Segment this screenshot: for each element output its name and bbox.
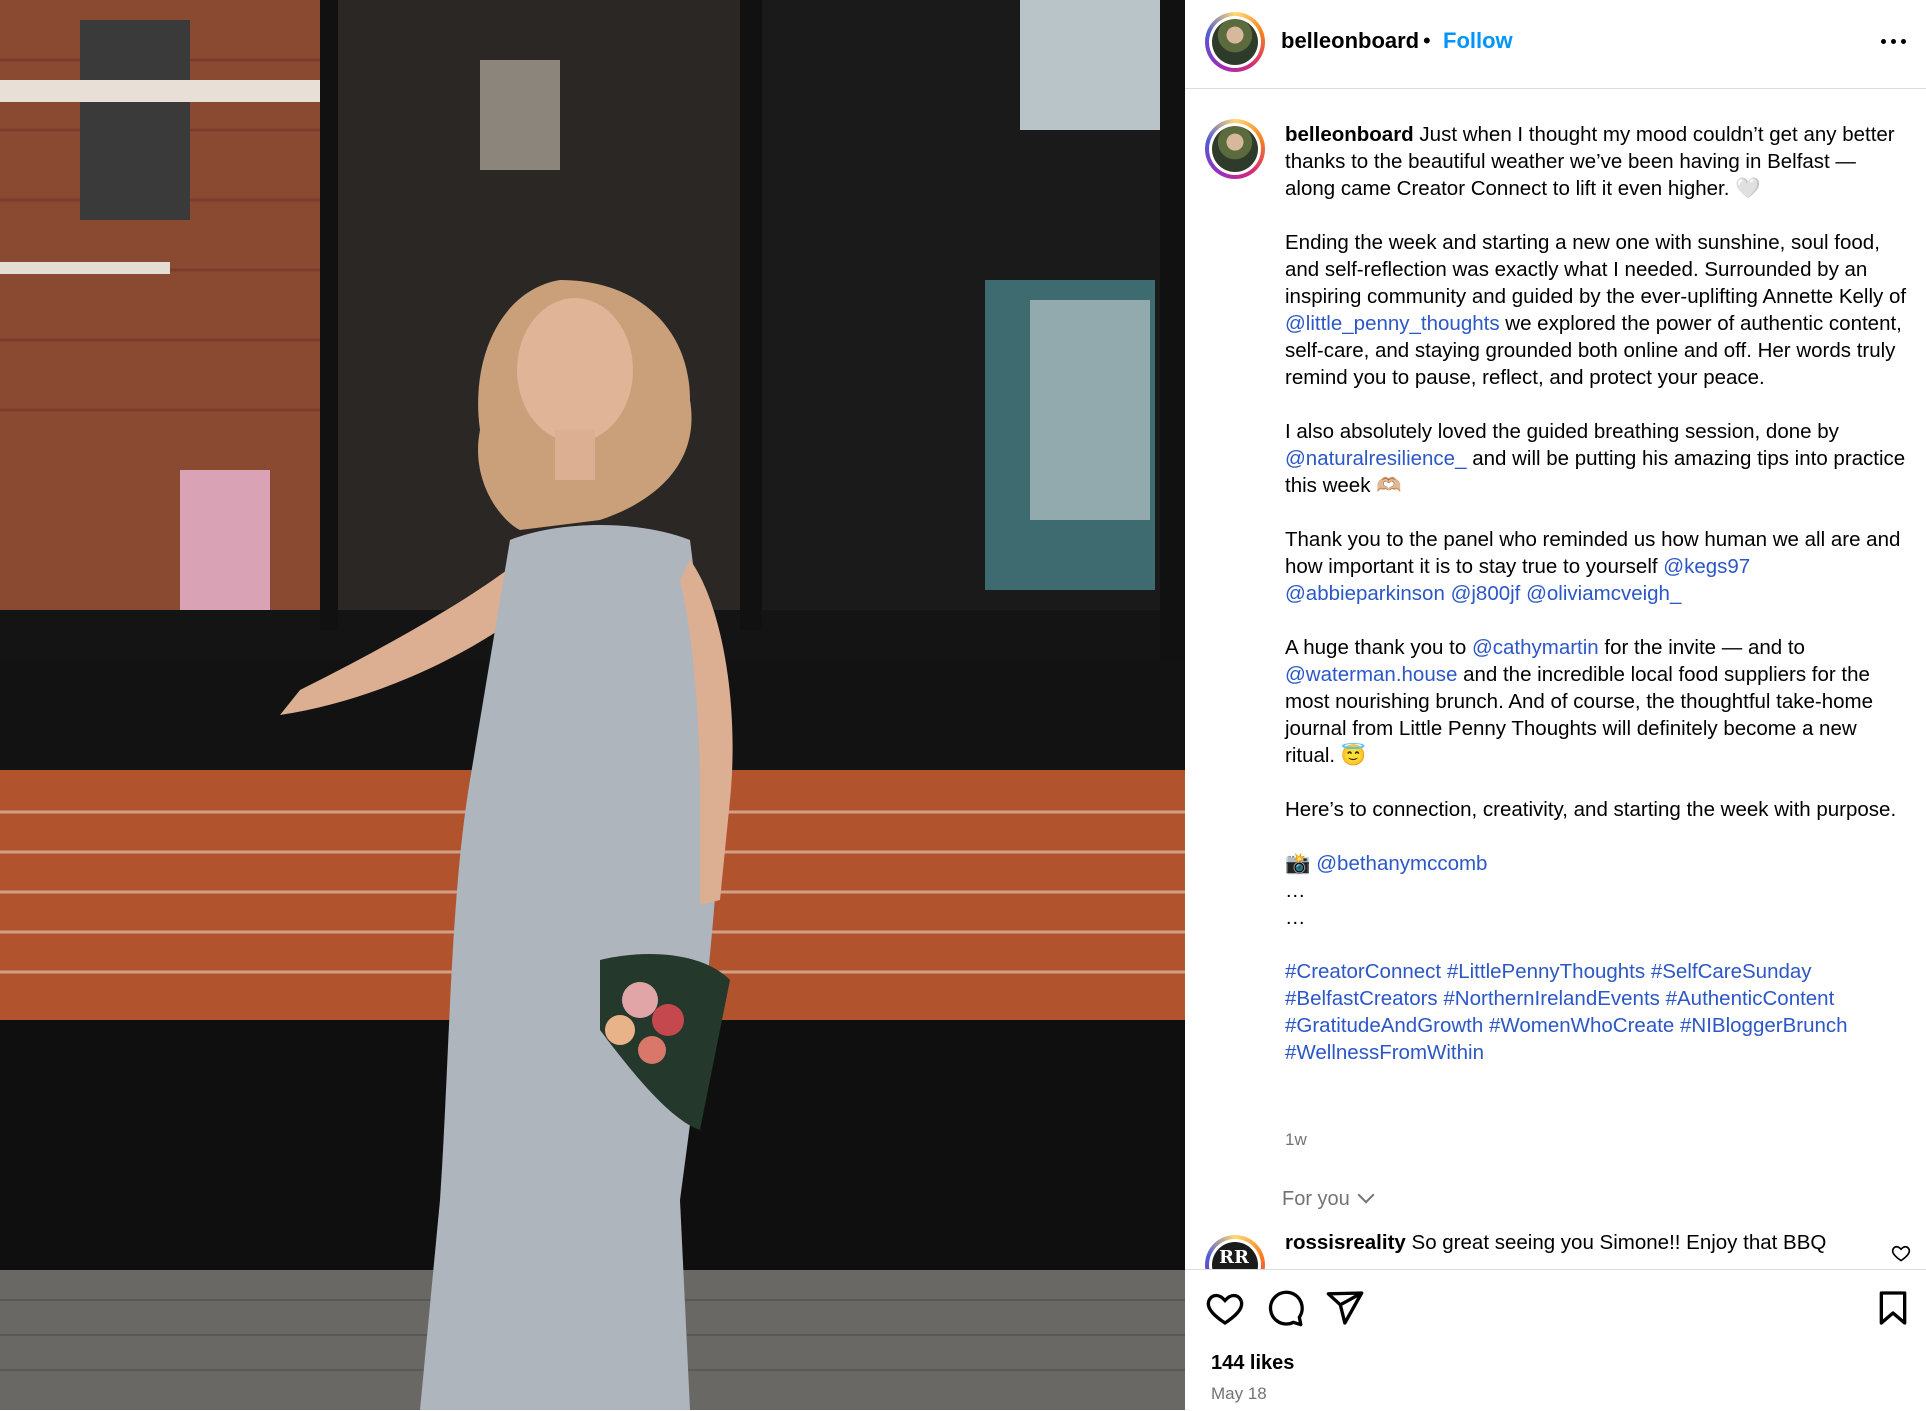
mention-link[interactable]: @kegs97 <box>1663 555 1750 578</box>
chevron-down-icon <box>1357 1186 1375 1204</box>
author-avatar[interactable] <box>1205 12 1265 72</box>
bookmark-icon[interactable] <box>1873 1288 1913 1328</box>
caption-paragraph-5: A huge thank you to @cathymartin for the… <box>1285 636 1874 767</box>
comment-text: rossisreality So great seeing you Simone… <box>1285 1231 1827 1254</box>
caption-avatar[interactable] <box>1205 119 1265 179</box>
post-photo[interactable] <box>0 0 1185 1410</box>
heart-icon[interactable] <box>1205 1288 1245 1328</box>
caption-paragraph-3: I also absolutely loved the guided breat… <box>1285 420 1906 497</box>
caption-paragraph-2: Ending the week and starting a new one w… <box>1285 231 1907 389</box>
hashtag-link[interactable]: #LittlePennyThoughts <box>1447 960 1645 983</box>
mention-link[interactable]: @cathymartin <box>1472 636 1599 659</box>
hashtag-link[interactable]: #BelfastCreators <box>1285 987 1438 1010</box>
mention-link[interactable]: @naturalresilience_ <box>1285 447 1467 470</box>
hashtags: #CreatorConnect #LittlePennyThoughts #Se… <box>1285 958 1910 1066</box>
hashtag-link[interactable]: #NorthernIrelandEvents <box>1443 987 1660 1010</box>
hashtag-link[interactable]: #NIBloggerBrunch <box>1680 1014 1848 1037</box>
mention-link[interactable]: @j800jf <box>1451 582 1521 605</box>
commenter-avatar[interactable]: RR <box>1205 1235 1265 1269</box>
post-date[interactable]: May 18 <box>1211 1384 1267 1404</box>
commenter-avatar-text: RR <box>1219 1247 1249 1268</box>
caption-area: belleonboard Just when I thought my mood… <box>1185 89 1926 1269</box>
commenter-username[interactable]: rossisreality <box>1285 1231 1406 1254</box>
mention-link[interactable]: @waterman.house <box>1285 663 1457 686</box>
hashtag-link[interactable]: #WomenWhoCreate <box>1489 1014 1674 1037</box>
hashtag-link[interactable]: #SelfCareSunday <box>1651 960 1812 983</box>
separator-dot: • <box>1423 28 1431 53</box>
hashtag-link[interactable]: #AuthenticContent <box>1666 987 1835 1010</box>
photo-credit: 📸 @bethanymccomb <box>1285 852 1488 875</box>
author-username[interactable]: belleonboard <box>1281 28 1419 54</box>
hashtag-link[interactable]: #WellnessFromWithin <box>1285 1041 1484 1064</box>
comment-like-heart-icon[interactable] <box>1891 1243 1911 1263</box>
caption-ellipsis: … <box>1285 879 1306 902</box>
caption-paragraph-4: Thank you to the panel who reminded us h… <box>1285 528 1901 605</box>
more-icon[interactable] <box>1877 26 1911 56</box>
mention-link[interactable]: @little_penny_thoughts <box>1285 312 1500 335</box>
mention-link[interactable]: @bethanymccomb <box>1316 852 1487 875</box>
likes-count[interactable]: 144 likes <box>1211 1352 1294 1375</box>
comment-sort-label: For you <box>1282 1188 1350 1210</box>
caption-ellipsis: … <box>1285 906 1306 929</box>
share-icon[interactable] <box>1325 1288 1365 1328</box>
comment-sort-dropdown[interactable]: For you <box>1282 1186 1375 1211</box>
follow-button[interactable]: Follow <box>1443 28 1513 54</box>
post-actions-bar: 144 likes May 18 <box>1185 1269 1926 1411</box>
mention-link[interactable]: @abbieparkinson <box>1285 582 1445 605</box>
caption-username[interactable]: belleonboard <box>1285 123 1414 146</box>
photo-illustration <box>0 0 1185 1410</box>
caption-timestamp[interactable]: 1w <box>1285 1130 1307 1150</box>
post-header: belleonboard • Follow <box>1185 0 1926 89</box>
caption-paragraph-6: Here’s to connection, creativity, and st… <box>1285 798 1897 821</box>
post-caption: belleonboard Just when I thought my mood… <box>1285 121 1910 1066</box>
caption-paragraph-1: belleonboard Just when I thought my mood… <box>1285 123 1895 200</box>
post-side-panel: belleonboard • Follow belleonboard Just … <box>1185 0 1926 1411</box>
comment-icon[interactable] <box>1265 1288 1305 1328</box>
hashtag-link[interactable]: #CreatorConnect <box>1285 960 1441 983</box>
mention-link[interactable]: @oliviamcveigh_ <box>1526 582 1681 605</box>
hashtag-link[interactable]: #GratitudeAndGrowth <box>1285 1014 1483 1037</box>
comment-item: RR rossisreality So great seeing you Sim… <box>1185 1229 1926 1269</box>
